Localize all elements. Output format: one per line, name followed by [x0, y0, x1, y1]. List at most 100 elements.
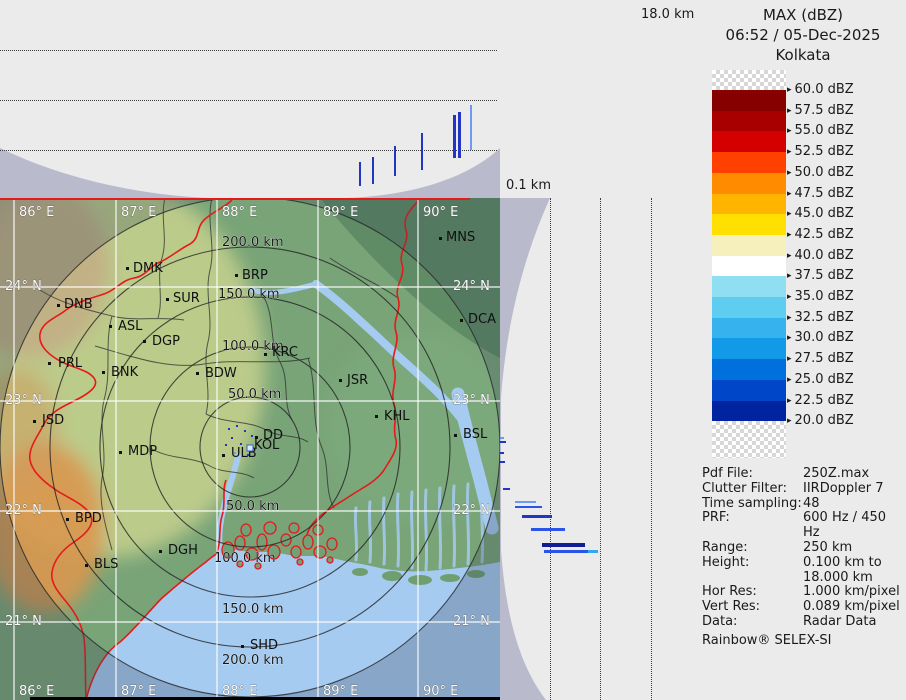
- scale-tick-text: 25.0 dBZ: [795, 372, 854, 387]
- info-label: Hor Res:: [702, 585, 803, 600]
- echo-pixel: [247, 454, 249, 456]
- scale-tick-arrow-icon: ▸: [787, 396, 792, 406]
- city-label: BLS: [94, 557, 118, 572]
- scale-tick-text: 32.5 dBZ: [795, 310, 854, 325]
- scale-band: [712, 173, 786, 194]
- scale-tick-arrow-icon: ▸: [787, 147, 792, 157]
- scale-tick-text: 55.0 dBZ: [795, 123, 854, 138]
- city-dot: [454, 434, 457, 437]
- city-dot: [264, 353, 267, 356]
- echo-bar: [522, 515, 552, 518]
- echo-bar: [515, 506, 542, 508]
- height-gridline: [0, 50, 497, 51]
- scale-tick-label: ▸55.0 dBZ: [787, 123, 854, 139]
- scale-band: [712, 297, 786, 318]
- height-axis-max-label: 18.0 km: [641, 7, 694, 22]
- scale-tick-text: 30.0 dBZ: [795, 330, 854, 345]
- info-row: PRF:600 Hz / 450 Hz: [702, 511, 904, 541]
- info-label: Pdf File:: [702, 467, 803, 482]
- longitude-label: 87° E: [121, 684, 156, 699]
- info-label: Time sampling:: [702, 497, 803, 512]
- map-canvas: 86° E86° E87° E87° E88° E88° E89° E89° E…: [0, 198, 500, 700]
- info-label: Range:: [702, 541, 803, 556]
- info-value: 0.100 km to 18.000 km: [803, 556, 882, 586]
- product-header: MAX (dBZ) 06:52 / 05-Dec-2025 Kolkata: [700, 5, 906, 65]
- scale-tick-arrow-icon: ▸: [787, 271, 792, 281]
- longitude-label: 90° E: [423, 205, 458, 220]
- city-label: BPD: [75, 511, 102, 526]
- scale-tick-text: 20.0 dBZ: [795, 413, 854, 428]
- scale-band: [712, 256, 786, 277]
- city-dot: [57, 304, 60, 307]
- city-label: DGP: [152, 334, 180, 349]
- map-top-border: [0, 198, 470, 200]
- scale-tick-arrow-icon: ▸: [787, 189, 792, 199]
- info-row: Hor Res:1.000 km/pixel: [702, 585, 904, 600]
- city-label: ASL: [118, 319, 143, 334]
- range-ring-label: 50.0 km: [228, 387, 281, 402]
- city-dot: [66, 518, 69, 521]
- echo-bar: [531, 528, 565, 531]
- echo-pixel: [236, 425, 238, 427]
- city-dot: [109, 325, 112, 328]
- echo-pixel: [244, 430, 246, 432]
- city-label: DGH: [168, 543, 198, 558]
- scale-tick-arrow-icon: ▸: [787, 230, 792, 240]
- scale-band: [712, 338, 786, 359]
- info-label: Clutter Filter:: [702, 482, 803, 497]
- scale-band-transparent-top: [712, 70, 786, 90]
- height-gridline: [600, 198, 601, 700]
- echo-pixel: [234, 452, 236, 454]
- info-row: Height:0.100 km to 18.000 km: [702, 556, 904, 586]
- info-value: 250Z.max: [803, 467, 869, 482]
- radar-site-marker: [247, 445, 253, 451]
- info-value: 1.000 km/pixel: [803, 585, 900, 600]
- city-dot: [241, 645, 244, 648]
- scale-band: [712, 90, 786, 111]
- city-label: BRP: [242, 268, 268, 283]
- latitude-label: 24° N: [453, 279, 490, 294]
- info-value: IIRDoppler 7: [803, 482, 884, 497]
- scale-tick-arrow-icon: ▸: [787, 333, 792, 343]
- scale-tick-label: ▸45.0 dBZ: [787, 206, 854, 222]
- city-dot: [102, 371, 105, 374]
- scale-tick-label: ▸47.5 dBZ: [787, 186, 854, 202]
- echo-bar: [500, 452, 504, 454]
- echo-pixel: [231, 437, 233, 439]
- range-ring-label: 100.0 km: [214, 551, 276, 566]
- echo-bar: [359, 162, 361, 186]
- info-row: Time sampling:48: [702, 497, 904, 512]
- city-label: KRC: [272, 345, 298, 360]
- scale-tick-text: 60.0 dBZ: [795, 82, 854, 97]
- scale-tick-label: ▸22.5 dBZ: [787, 393, 854, 409]
- scale-tick-text: 50.0 dBZ: [795, 165, 854, 180]
- scale-tick-text: 57.5 dBZ: [795, 103, 854, 118]
- scale-tick-label: ▸37.5 dBZ: [787, 268, 854, 284]
- city-dot: [126, 267, 129, 270]
- city-dot: [222, 454, 225, 457]
- scale-tick-arrow-icon: ▸: [787, 354, 792, 364]
- echo-bar: [500, 461, 505, 463]
- scale-band: [712, 214, 786, 235]
- scale-band: [712, 194, 786, 215]
- city-label: JSD: [41, 413, 64, 428]
- longitude-label: 89° E: [323, 684, 358, 699]
- radar-window: 18.0 km 0.1 km: [0, 0, 906, 700]
- height-gridline: [0, 100, 497, 101]
- echo-pixel: [240, 443, 242, 445]
- range-ring-label: 200.0 km: [222, 235, 284, 250]
- scale-tick-label: ▸40.0 dBZ: [787, 248, 854, 264]
- city-dot: [143, 340, 146, 343]
- product-name: MAX (dBZ): [700, 5, 906, 25]
- scale-tick-label: ▸60.0 dBZ: [787, 82, 854, 98]
- echo-pixel: [225, 444, 227, 446]
- echo-bar: [515, 501, 536, 503]
- longitude-label: 88° E: [222, 205, 257, 220]
- echo-pixel: [228, 428, 230, 430]
- scale-tick-arrow-icon: ▸: [787, 292, 792, 302]
- city-dot: [48, 362, 51, 365]
- scale-band: [712, 111, 786, 132]
- echo-bar: [542, 543, 585, 547]
- radar-map: 86° E86° E87° E87° E88° E88° E89° E89° E…: [0, 198, 500, 700]
- longitude-label: 88° E: [222, 684, 257, 699]
